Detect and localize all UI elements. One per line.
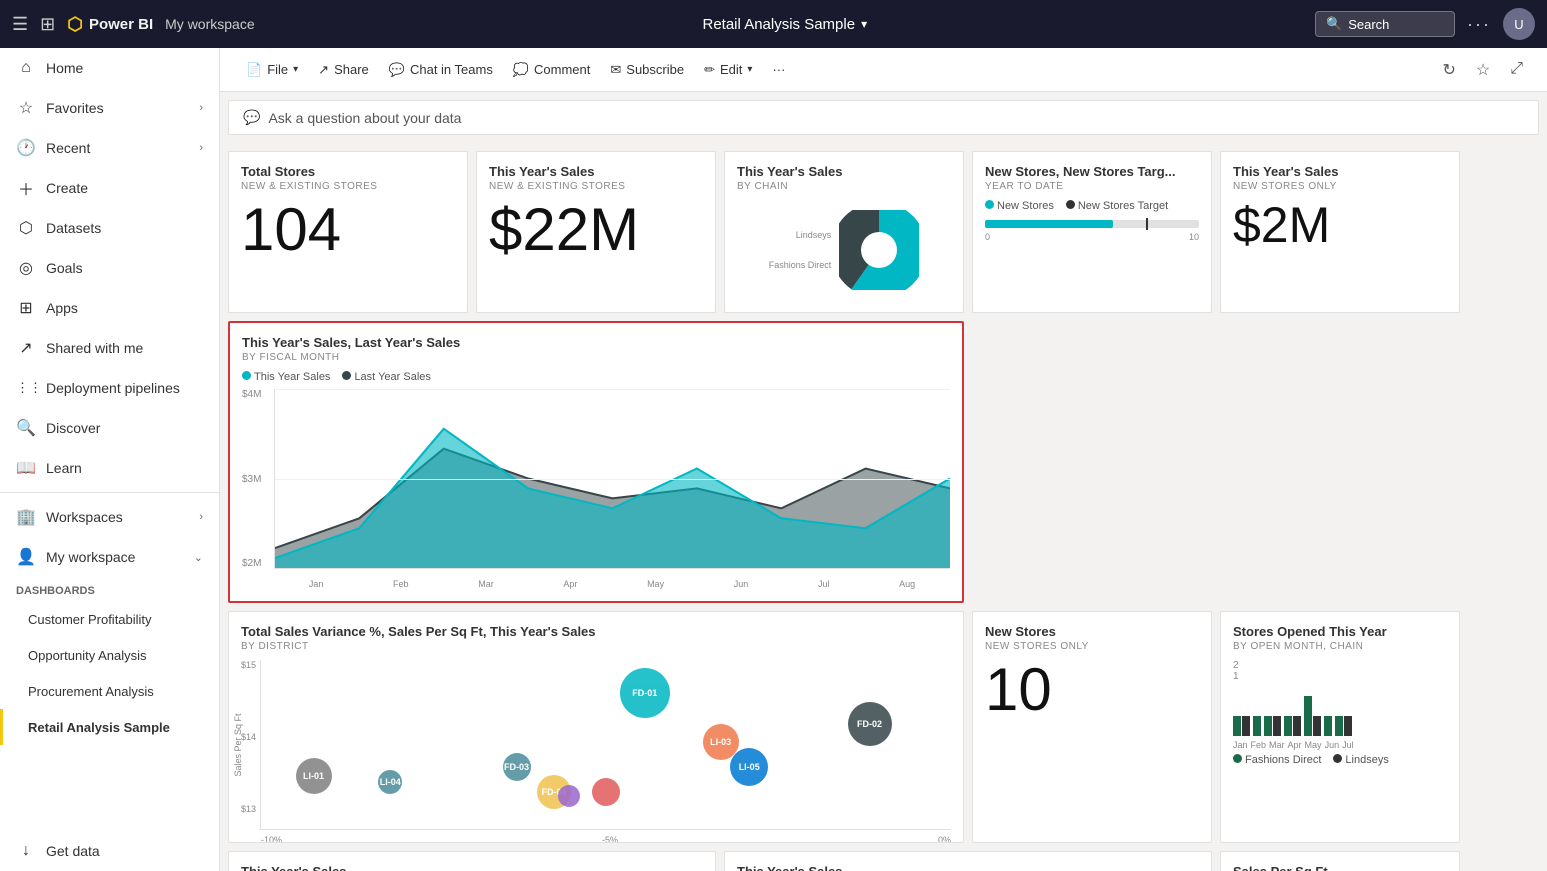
sidebar-item-learn[interactable]: 📖 Learn [0,448,219,488]
sidebar-item-pipelines[interactable]: ⋮⋮ Deployment pipelines [0,368,219,408]
sidebar-sub-opportunity[interactable]: Opportunity Analysis [0,637,219,673]
bubble-li04c [558,785,580,807]
report-title[interactable]: Retail Analysis Sample ▾ [267,16,1303,33]
tile-new-stores-target[interactable]: New Stores, New Stores Targ... YEAR TO D… [972,151,1212,313]
ask-question-bar[interactable]: 💬 Ask a question about your data [228,100,1539,135]
shared-icon: ↗ [16,338,36,358]
search-icon: 🔍 [1326,16,1342,32]
search-box[interactable]: 🔍 Search [1315,11,1455,37]
apps-icon: ⊞ [16,298,36,318]
chat-button[interactable]: 💬 Chat in Teams [379,56,503,84]
bubble-fd01: FD-01 [620,668,670,718]
chevron-right-icon: › [199,511,203,523]
toolbar-right: ↻ ☆ ⤢ [1434,55,1531,85]
learn-icon: 📖 [16,458,36,478]
refresh-button[interactable]: ↻ [1434,55,1463,85]
line-chart-legend: This Year Sales Last Year Sales [242,371,950,383]
bubble-li05: LI-05 [730,748,768,786]
app-name: Power BI [89,16,153,33]
sidebar-item-discover[interactable]: 🔍 Discover [0,408,219,448]
tile-stores-opened[interactable]: Stores Opened This Year BY OPEN MONTH, C… [1220,611,1460,843]
pipelines-icon: ⋮⋮ [16,380,36,396]
subscribe-icon: ✉ [610,62,621,78]
bullet-legend: New Stores New Stores Target [985,200,1199,212]
share-button[interactable]: ↗ Share [308,56,379,84]
datasets-icon: ⬡ [16,218,36,238]
favorite-button[interactable]: ☆ [1468,55,1498,85]
bubble-li01: LI-01 [296,758,332,794]
sidebar-item-favorites[interactable]: ☆ Favorites › [0,88,219,128]
fullscreen-button[interactable]: ⤢ [1502,55,1531,85]
file-icon: 📄 [246,62,262,78]
tile-line-chart[interactable]: This Year's Sales, Last Year's Sales BY … [228,321,964,603]
chevron-right-icon: › [199,142,203,154]
nav-right: 🔍 Search ··· U [1315,8,1535,40]
grid-icon[interactable]: ⊞ [40,14,55,35]
tile-new-stores[interactable]: New Stores NEW STORES ONLY 10 [972,611,1212,843]
sidebar-item-home[interactable]: ⌂ Home [0,48,219,88]
workspaces-icon: 🏢 [16,507,36,527]
file-button[interactable]: 📄 File ▾ [236,56,308,84]
dashboards-section-label: Dashboards [0,577,219,601]
bubble-li04b [592,778,620,806]
goals-icon: ◎ [16,258,36,278]
tile-bubble-chart[interactable]: Total Sales Variance %, Sales Per Sq Ft,… [228,611,964,843]
discover-icon: 🔍 [16,418,36,438]
bubble-fd02: FD-02 [848,702,892,746]
bubble-li04: LI-04 [378,770,402,794]
myworkspace-icon: 👤 [16,547,36,567]
edit-icon: ✏ [704,62,715,78]
tile-total-stores[interactable]: Total Stores NEW & EXISTING STORES 104 [228,151,468,313]
app-logo: ⬡ Power BI [67,14,153,35]
home-icon: ⌂ [16,59,36,77]
tile-this-year-sales[interactable]: This Year's Sales NEW & EXISTING STORES … [476,151,716,313]
sidebar-item-datasets[interactable]: ⬡ Datasets [0,208,219,248]
more-options-button[interactable]: ··· [1467,14,1491,35]
share-icon: ↗ [318,62,329,78]
top-nav: ☰ ⊞ ⬡ Power BI My workspace Retail Analy… [0,0,1547,48]
sidebar-item-myworkspace[interactable]: 👤 My workspace ⌄ [0,537,219,577]
tile-sales-city[interactable]: This Year's Sales BY CITY, CHAIN NORTH A… [724,851,1212,871]
hamburger-icon[interactable]: ☰ [12,14,28,35]
sidebar-item-shared[interactable]: ↗ Shared with me [0,328,219,368]
avatar[interactable]: U [1503,8,1535,40]
bullet-chart: 0 10 [985,220,1199,242]
sidebar-item-recent[interactable]: 🕐 Recent › [0,128,219,168]
question-icon: 💬 [243,109,260,126]
dashboard-grid: Total Stores NEW & EXISTING STORES 104 T… [220,143,1547,871]
sidebar-item-getdata[interactable]: ↓ Get data [0,831,219,871]
comment-button[interactable]: 💭 Comment [503,56,601,84]
main-content: 📄 File ▾ ↗ Share 💬 Chat in Teams 💭 Comme… [220,48,1547,871]
sidebar-item-create[interactable]: ＋ Create [0,168,219,208]
subscribe-button[interactable]: ✉ Subscribe [600,56,694,84]
sidebar-sub-customer[interactable]: Customer Profitability [0,601,219,637]
chevron-right-icon: › [199,102,203,114]
edit-button[interactable]: ✏ Edit ▾ [694,56,762,84]
sidebar-item-workspaces[interactable]: 🏢 Workspaces › [0,497,219,537]
comment-icon: 💭 [513,62,529,78]
sidebar: ⌂ Home ☆ Favorites › 🕐 Recent › ＋ Create… [0,48,220,871]
tile-sales-postal[interactable]: This Year's Sales BY POSTAL CODE, STORE … [228,851,716,871]
bubble-fd03: FD-03 [503,753,531,781]
create-icon: ＋ [16,176,36,200]
tile-sales-by-chain[interactable]: This Year's Sales BY CHAIN Lindseys Fash… [724,151,964,313]
tile-sales-sqft[interactable]: Sales Per Sq Ft BY NAME $20 $12.86 $14.7… [1220,851,1460,871]
sidebar-item-apps[interactable]: ⊞ Apps [0,288,219,328]
recent-icon: 🕐 [16,138,36,158]
chat-icon: 💬 [389,62,405,78]
sidebar-sub-retail[interactable]: Retail Analysis Sample [0,709,219,745]
sidebar-sub-procurement[interactable]: Procurement Analysis [0,673,219,709]
toolbar: 📄 File ▾ ↗ Share 💬 Chat in Teams 💭 Comme… [220,48,1547,92]
favorites-icon: ☆ [16,98,36,118]
toolbar-more-button[interactable]: ··· [762,56,795,83]
tile-sales-new-stores[interactable]: This Year's Sales NEW STORES ONLY $2M [1220,151,1460,313]
stores-opened-chart [1233,686,1447,736]
getdata-icon: ↓ [16,842,36,860]
line-chart: $4M $3M $2M [242,389,950,589]
chevron-down-icon: ⌄ [194,551,203,564]
pie-chart: Lindseys Fashions Direct [737,200,951,300]
workspace-nav-label[interactable]: My workspace [165,16,254,32]
sidebar-item-goals[interactable]: ◎ Goals [0,248,219,288]
